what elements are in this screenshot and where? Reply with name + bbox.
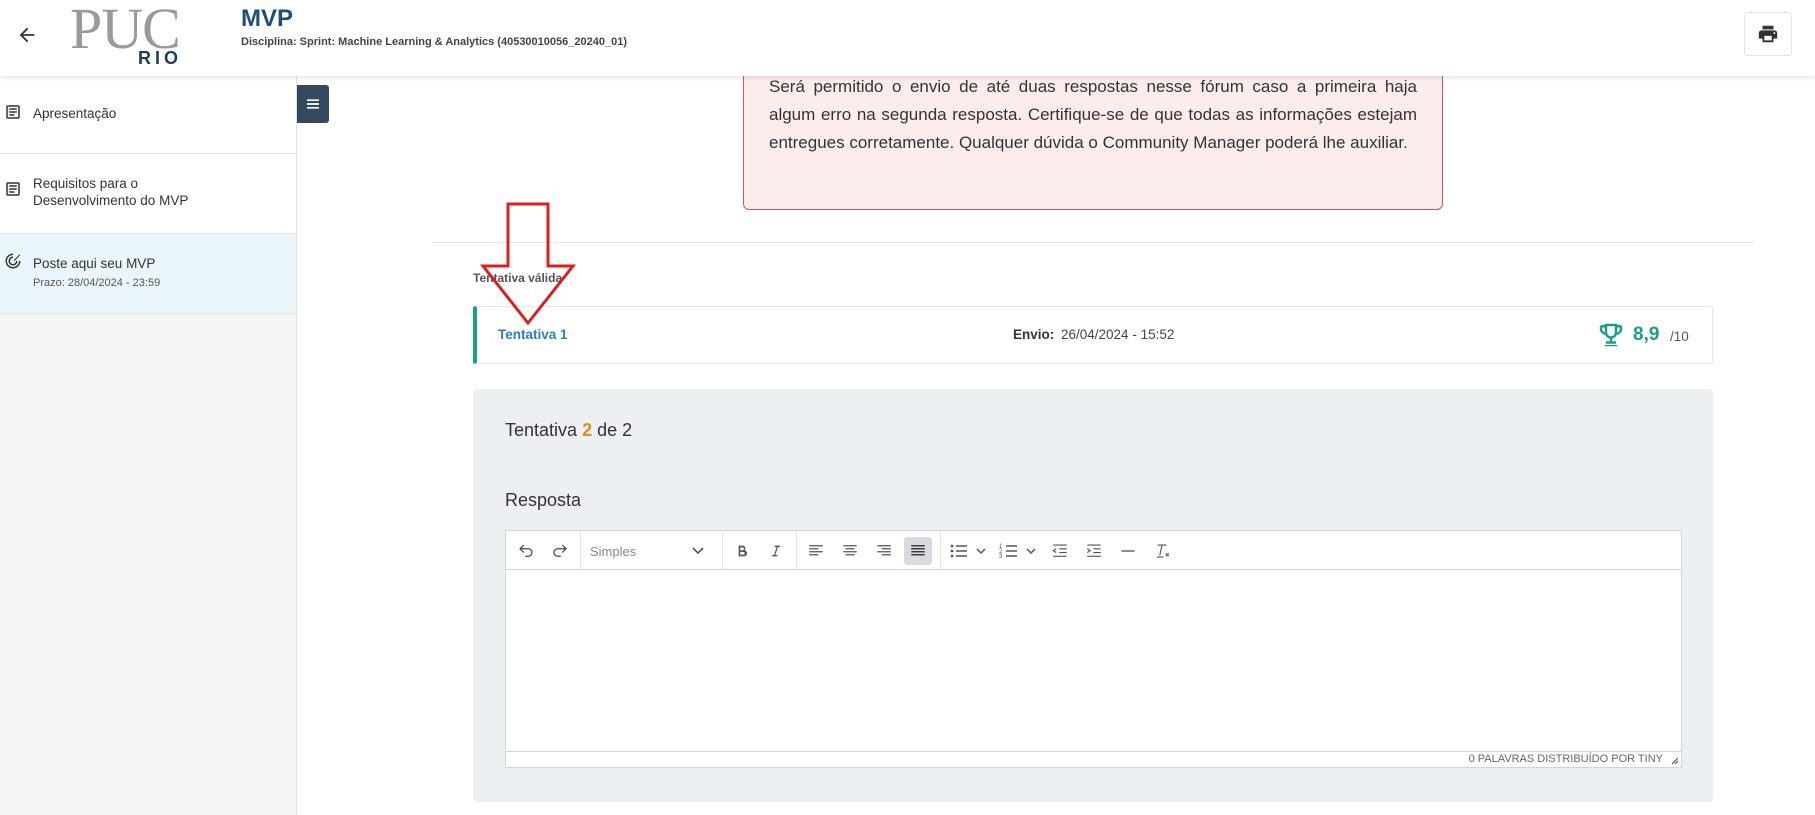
target-icon [5, 253, 21, 269]
bold-button[interactable] [728, 537, 756, 565]
redo-icon [553, 544, 567, 557]
arrow-left-icon [19, 27, 35, 43]
notice-text: Será permitido o envio de até duas respo… [769, 77, 1417, 152]
sidebar-item-label: Apresentação [33, 106, 117, 121]
italic-icon [772, 545, 780, 557]
back-button[interactable] [12, 20, 42, 50]
sidebar-item-apresentacao[interactable]: Apresentação [0, 76, 296, 154]
toolbar-separator [940, 531, 941, 569]
horizontal-rule-button[interactable] [1114, 537, 1142, 565]
chevron-down-icon [692, 547, 704, 555]
page-title: MVP [241, 5, 294, 32]
page-subtitle: Disciplina: Sprint: Machine Learning & A… [241, 36, 627, 48]
score-value: 8,9 [1633, 324, 1660, 345]
numbered-list-icon: 123 [999, 544, 1036, 560]
attempt-title-suffix: de 2 [597, 420, 633, 440]
sidebar-item-label: Requisitos para o [33, 176, 139, 191]
attempt-1-link[interactable]: Tentativa 1 [498, 327, 568, 342]
score-max: /10 [1670, 329, 1689, 344]
format-select-value: Simples [590, 543, 637, 559]
bullet-list-button[interactable] [946, 537, 992, 565]
attempt-title-prefix: Tentativa [505, 420, 578, 440]
clear-formatting-button[interactable] [1148, 537, 1176, 565]
editor-content-area[interactable] [506, 570, 1681, 751]
align-left-button[interactable] [802, 537, 830, 565]
sidebar-item-poste-mvp[interactable]: Poste aqui seu MVP Prazo: 28/04/2024 - 2… [0, 234, 296, 314]
section-divider [432, 242, 1754, 243]
editor-toolbar: Simples 1 2 3 [506, 531, 1681, 570]
rich-text-editor: Simples 1 2 3 0 PALAVRAS DISTRIBUÍDO POR… [505, 530, 1682, 768]
undo-icon [519, 544, 533, 557]
notice-box: Será permitido o envio de até duas respo… [743, 60, 1443, 210]
bold-icon [738, 545, 748, 557]
align-justify-button[interactable] [904, 537, 932, 565]
sidebar-toggle-button[interactable] [297, 85, 329, 123]
valid-attempt-row: Tentativa 1 Envio: 26/04/2024 - 15:52 8,… [473, 306, 1713, 364]
block-format-select[interactable]: Simples [582, 537, 712, 565]
printer-icon [1758, 25, 1778, 43]
align-right-icon [877, 545, 891, 556]
puc-rio-logo: PUC RIO [70, 0, 200, 70]
align-left-icon [809, 545, 823, 556]
top-header: PUC RIO MVP Disciplina: Sprint: Machine … [0, 0, 1815, 76]
align-center-icon [843, 545, 857, 556]
sidebar-item-label: Poste aqui seu MVP [33, 256, 156, 271]
horizontal-rule-icon [1121, 550, 1135, 552]
sidebar-item-requisitos[interactable]: Requisitos para o Desenvolvimento do MVP [0, 154, 296, 234]
print-button[interactable] [1744, 12, 1792, 56]
resize-handle-icon[interactable] [1669, 755, 1679, 765]
svg-text:3: 3 [999, 554, 1003, 560]
outdent-button[interactable] [1046, 537, 1074, 565]
indent-button[interactable] [1080, 537, 1108, 565]
bullet-list-icon [950, 544, 986, 558]
send-date: 26/04/2024 - 15:52 [1061, 327, 1175, 342]
align-right-button[interactable] [870, 537, 898, 565]
logo-text-rio: RIO [138, 48, 183, 68]
italic-button[interactable] [762, 537, 790, 565]
sidebar-item-deadline: Prazo: 28/04/2024 - 23:59 [33, 277, 161, 289]
outdent-icon [1052, 544, 1067, 557]
editor-statusbar: 0 PALAVRAS DISTRIBUÍDO POR TINY [506, 751, 1681, 767]
undo-button[interactable] [512, 537, 540, 565]
numbered-list-button[interactable]: 123 [996, 537, 1042, 565]
document-icon [6, 182, 20, 196]
clear-formatting-icon [1156, 544, 1170, 558]
align-justify-icon [911, 545, 925, 556]
indent-icon [1086, 544, 1101, 557]
toolbar-separator [580, 531, 581, 569]
redo-button[interactable] [546, 537, 574, 565]
toolbar-separator [722, 531, 723, 569]
red-arrow-annotation [480, 202, 576, 326]
word-count-status: 0 PALAVRAS DISTRIBUÍDO POR TINY [1468, 753, 1663, 765]
menu-icon [307, 99, 319, 109]
sidebar-item-label-line2: Desenvolvimento do MVP [33, 193, 189, 208]
attempt-panel: Tentativa 2 de 2 Resposta Simples 1 2 3 … [473, 389, 1713, 802]
answer-label: Resposta [505, 490, 582, 510]
document-icon [6, 105, 20, 119]
sidebar: Apresentação Requisitos para o Desenvolv… [0, 76, 297, 815]
attempt-current-number: 2 [582, 420, 593, 440]
trophy-icon [1599, 323, 1623, 347]
toolbar-separator [796, 531, 797, 569]
attempt-panel-title: Tentativa 2 de 2 [505, 420, 632, 441]
send-label: Envio: [1013, 327, 1055, 342]
align-center-button[interactable] [836, 537, 864, 565]
